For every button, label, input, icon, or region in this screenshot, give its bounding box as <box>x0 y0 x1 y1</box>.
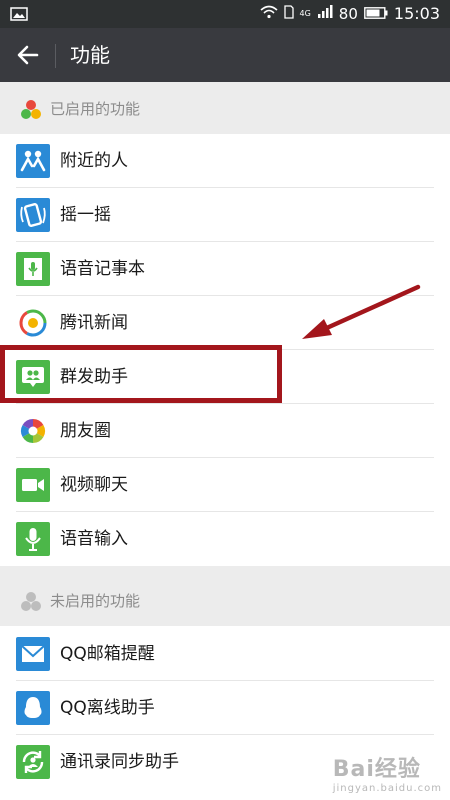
clock: 15:03 <box>393 4 440 23</box>
tencent-news-icon <box>19 309 47 337</box>
contacts-sync-icon <box>16 745 50 779</box>
feature-dots-icon <box>21 100 41 119</box>
feature-label: QQ邮箱提醒 <box>60 644 155 664</box>
watermark-text-2: 经验 <box>374 757 421 782</box>
disabled-section-header: 未启用的功能 <box>0 574 450 626</box>
moments-icon <box>20 419 46 443</box>
enabled-section-label: 已启用的功能 <box>50 100 141 118</box>
battery-level: 80 <box>338 4 358 23</box>
feature-label: 附近的人 <box>60 151 128 171</box>
highlight-box <box>0 345 282 403</box>
signal-icon <box>317 4 333 23</box>
shake-icon <box>16 198 50 232</box>
feature-label: 视频聊天 <box>60 475 128 495</box>
watermark-text: Bai <box>332 757 375 782</box>
status-bar: 4G 80 15:03 <box>0 0 450 28</box>
network-type: 4G <box>299 8 311 18</box>
feature-label: QQ离线助手 <box>60 698 155 718</box>
sim-icon <box>283 4 294 23</box>
voice-notepad-icon <box>16 252 50 286</box>
feature-label: 朋友圈 <box>60 421 111 441</box>
wifi-icon <box>259 5 278 23</box>
title-divider <box>55 44 56 68</box>
pointer-arrow-icon <box>302 284 421 339</box>
section-gap <box>0 566 450 574</box>
feature-label: 通讯录同步助手 <box>60 752 179 772</box>
feature-dots-gray-icon <box>21 592 41 611</box>
watermark: Bai经验 jingyan.baidu.com <box>333 751 442 794</box>
feature-label: 语音记事本 <box>60 259 145 279</box>
feature-item-video-chat[interactable]: 视频聊天 <box>0 458 450 512</box>
feature-item-people-nearby[interactable]: 附近的人 <box>0 134 450 188</box>
feature-item-shake[interactable]: 摇一摇 <box>0 188 450 242</box>
feature-item-qq-mail[interactable]: QQ邮箱提醒 <box>0 627 450 681</box>
disabled-section-label: 未启用的功能 <box>50 592 141 610</box>
feature-label: 摇一摇 <box>60 205 111 225</box>
battery-icon <box>363 5 388 23</box>
gallery-notification-icon <box>10 6 28 25</box>
back-arrow-icon <box>17 45 39 65</box>
back-button[interactable] <box>10 37 46 73</box>
page-title: 功能 <box>70 43 110 67</box>
feature-label: 腾讯新闻 <box>60 313 128 333</box>
title-bar: 功能 <box>0 28 450 82</box>
enabled-section-header: 已启用的功能 <box>0 82 450 134</box>
watermark-sub: jingyan.baidu.com <box>332 783 442 794</box>
qq-offline-icon <box>16 691 50 725</box>
video-chat-icon <box>16 468 50 502</box>
feature-label: 语音输入 <box>60 529 128 549</box>
feature-item-qq-offline[interactable]: QQ离线助手 <box>0 681 450 735</box>
feature-item-moments[interactable]: 朋友圈 <box>0 404 450 458</box>
people-nearby-icon <box>16 144 50 178</box>
feature-item-voice-input[interactable]: 语音输入 <box>0 512 450 566</box>
voice-input-icon <box>16 522 50 556</box>
qq-mail-icon <box>16 637 50 671</box>
